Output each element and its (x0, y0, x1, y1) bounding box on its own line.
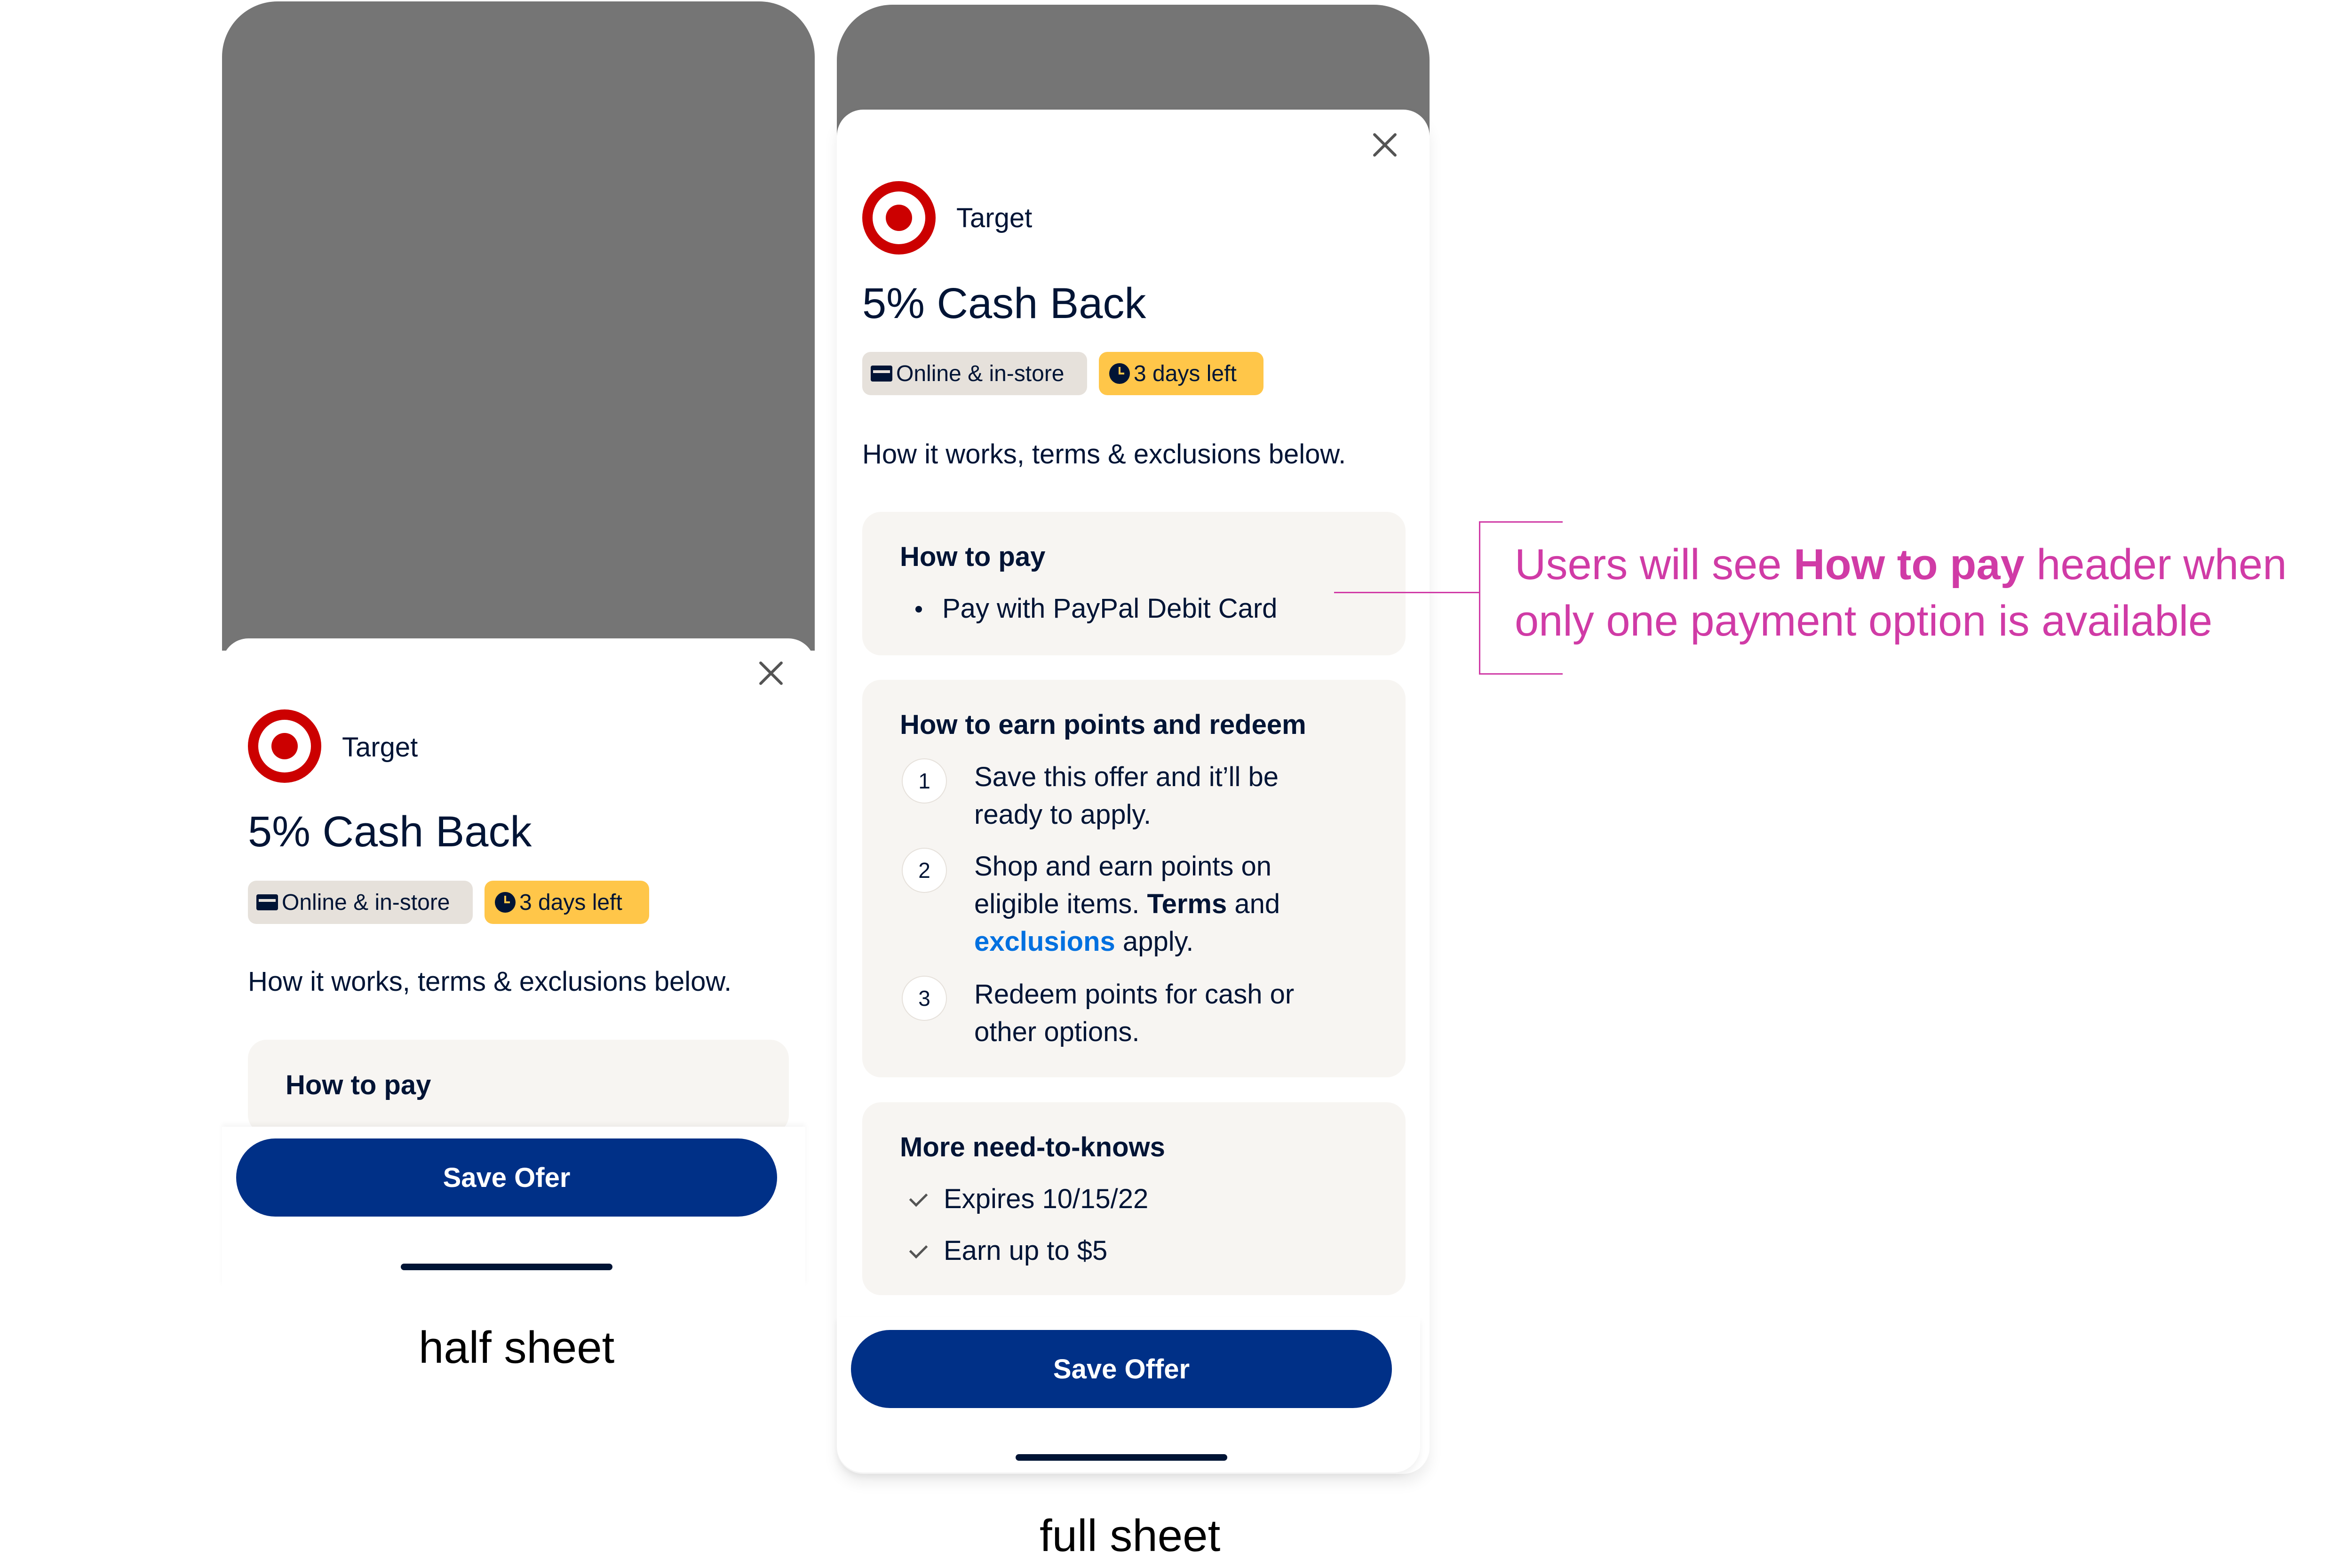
how-to-earn-header: How to earn points and redeem (900, 709, 1306, 740)
card-icon (871, 366, 892, 382)
merchant-name: Target (956, 203, 1033, 233)
close-icon[interactable] (1372, 132, 1398, 158)
need-to-know-item: Expires 10/15/22 (944, 1184, 1149, 1214)
how-to-pay-card (862, 512, 1406, 655)
annotation-line: Users will see How to pay header when (1515, 536, 2287, 593)
target-logo-icon (862, 181, 936, 255)
payment-option: Pay with PayPal Debit Card (942, 593, 1278, 624)
clock-icon (1109, 363, 1130, 384)
step-number: 2 (902, 848, 947, 893)
step-fragment: and (1227, 889, 1280, 919)
step-fragment: eligible items. (974, 889, 1147, 919)
step-text: Shop and earn points on eligible items. … (974, 848, 1360, 961)
need-to-knows-header: More need-to-knows (900, 1132, 1165, 1162)
annotation-fragment: Users will see (1515, 541, 1794, 589)
bullet-icon (915, 606, 922, 613)
intro-text: How it works, terms & exclusions below. (862, 439, 1346, 470)
channel-chip: Online & in-store (862, 352, 1087, 395)
channel-chip: Online & in-store (248, 881, 473, 924)
annotation-emphasis: How to pay (1794, 541, 2025, 589)
step-text: Redeem points for cash or other options. (974, 976, 1360, 1051)
home-indicator (1016, 1454, 1227, 1461)
step-number: 1 (902, 758, 947, 804)
phone-background-half (222, 1, 815, 651)
save-offer-button[interactable]: Save Offer (851, 1330, 1392, 1408)
terms-label: Terms (1147, 889, 1227, 919)
step-line: other options. (974, 1017, 1140, 1047)
time-left-chip: 3 days left (485, 881, 649, 924)
close-icon[interactable] (758, 660, 784, 686)
time-left-chip-label: 3 days left (1134, 361, 1237, 386)
time-left-chip: 3 days left (1099, 352, 1263, 395)
card-icon (256, 894, 278, 910)
annotation-connector (1334, 592, 1479, 593)
step-line: Redeem points for cash or (974, 979, 1295, 1010)
target-logo-icon (248, 709, 321, 783)
step-text: Save this offer and it’ll be ready to ap… (974, 758, 1360, 834)
annotation-line: only one payment option is available (1515, 597, 2213, 645)
annotation-text: Users will see How to pay header when on… (1515, 536, 2287, 649)
channel-chip-label: Online & in-store (282, 890, 450, 915)
full-sheet-caption: full sheet (1040, 1511, 1221, 1561)
time-left-chip-label: 3 days left (519, 890, 622, 915)
step-line: Shop and earn points on (974, 851, 1272, 882)
step-fragment: apply. (1115, 926, 1194, 957)
step-line: eligible items. Terms and (974, 885, 1360, 923)
step-line: exclusions apply. (974, 923, 1360, 961)
channel-chip-label: Online & in-store (896, 361, 1065, 386)
need-to-know-item: Earn up to $5 (944, 1235, 1108, 1266)
step-line: ready to apply. (974, 799, 1152, 830)
merchant-name: Target (342, 732, 418, 763)
half-sheet-caption: half sheet (419, 1322, 615, 1373)
clock-icon (495, 892, 516, 913)
offer-title: 5% Cash Back (862, 279, 1146, 327)
step-line: Save this offer and it’ll be (974, 762, 1279, 792)
home-indicator (401, 1264, 612, 1270)
intro-text: How it works, terms & exclusions below. (248, 966, 732, 997)
how-to-pay-header: How to pay (286, 1070, 431, 1100)
how-to-pay-header: How to pay (900, 541, 1046, 572)
step-number: 3 (902, 976, 947, 1021)
annotation-fragment: header when (2024, 541, 2287, 589)
exclusions-link[interactable]: exclusions (974, 926, 1115, 957)
save-offer-button[interactable]: Save Ofer (236, 1138, 777, 1217)
offer-title: 5% Cash Back (248, 808, 532, 856)
